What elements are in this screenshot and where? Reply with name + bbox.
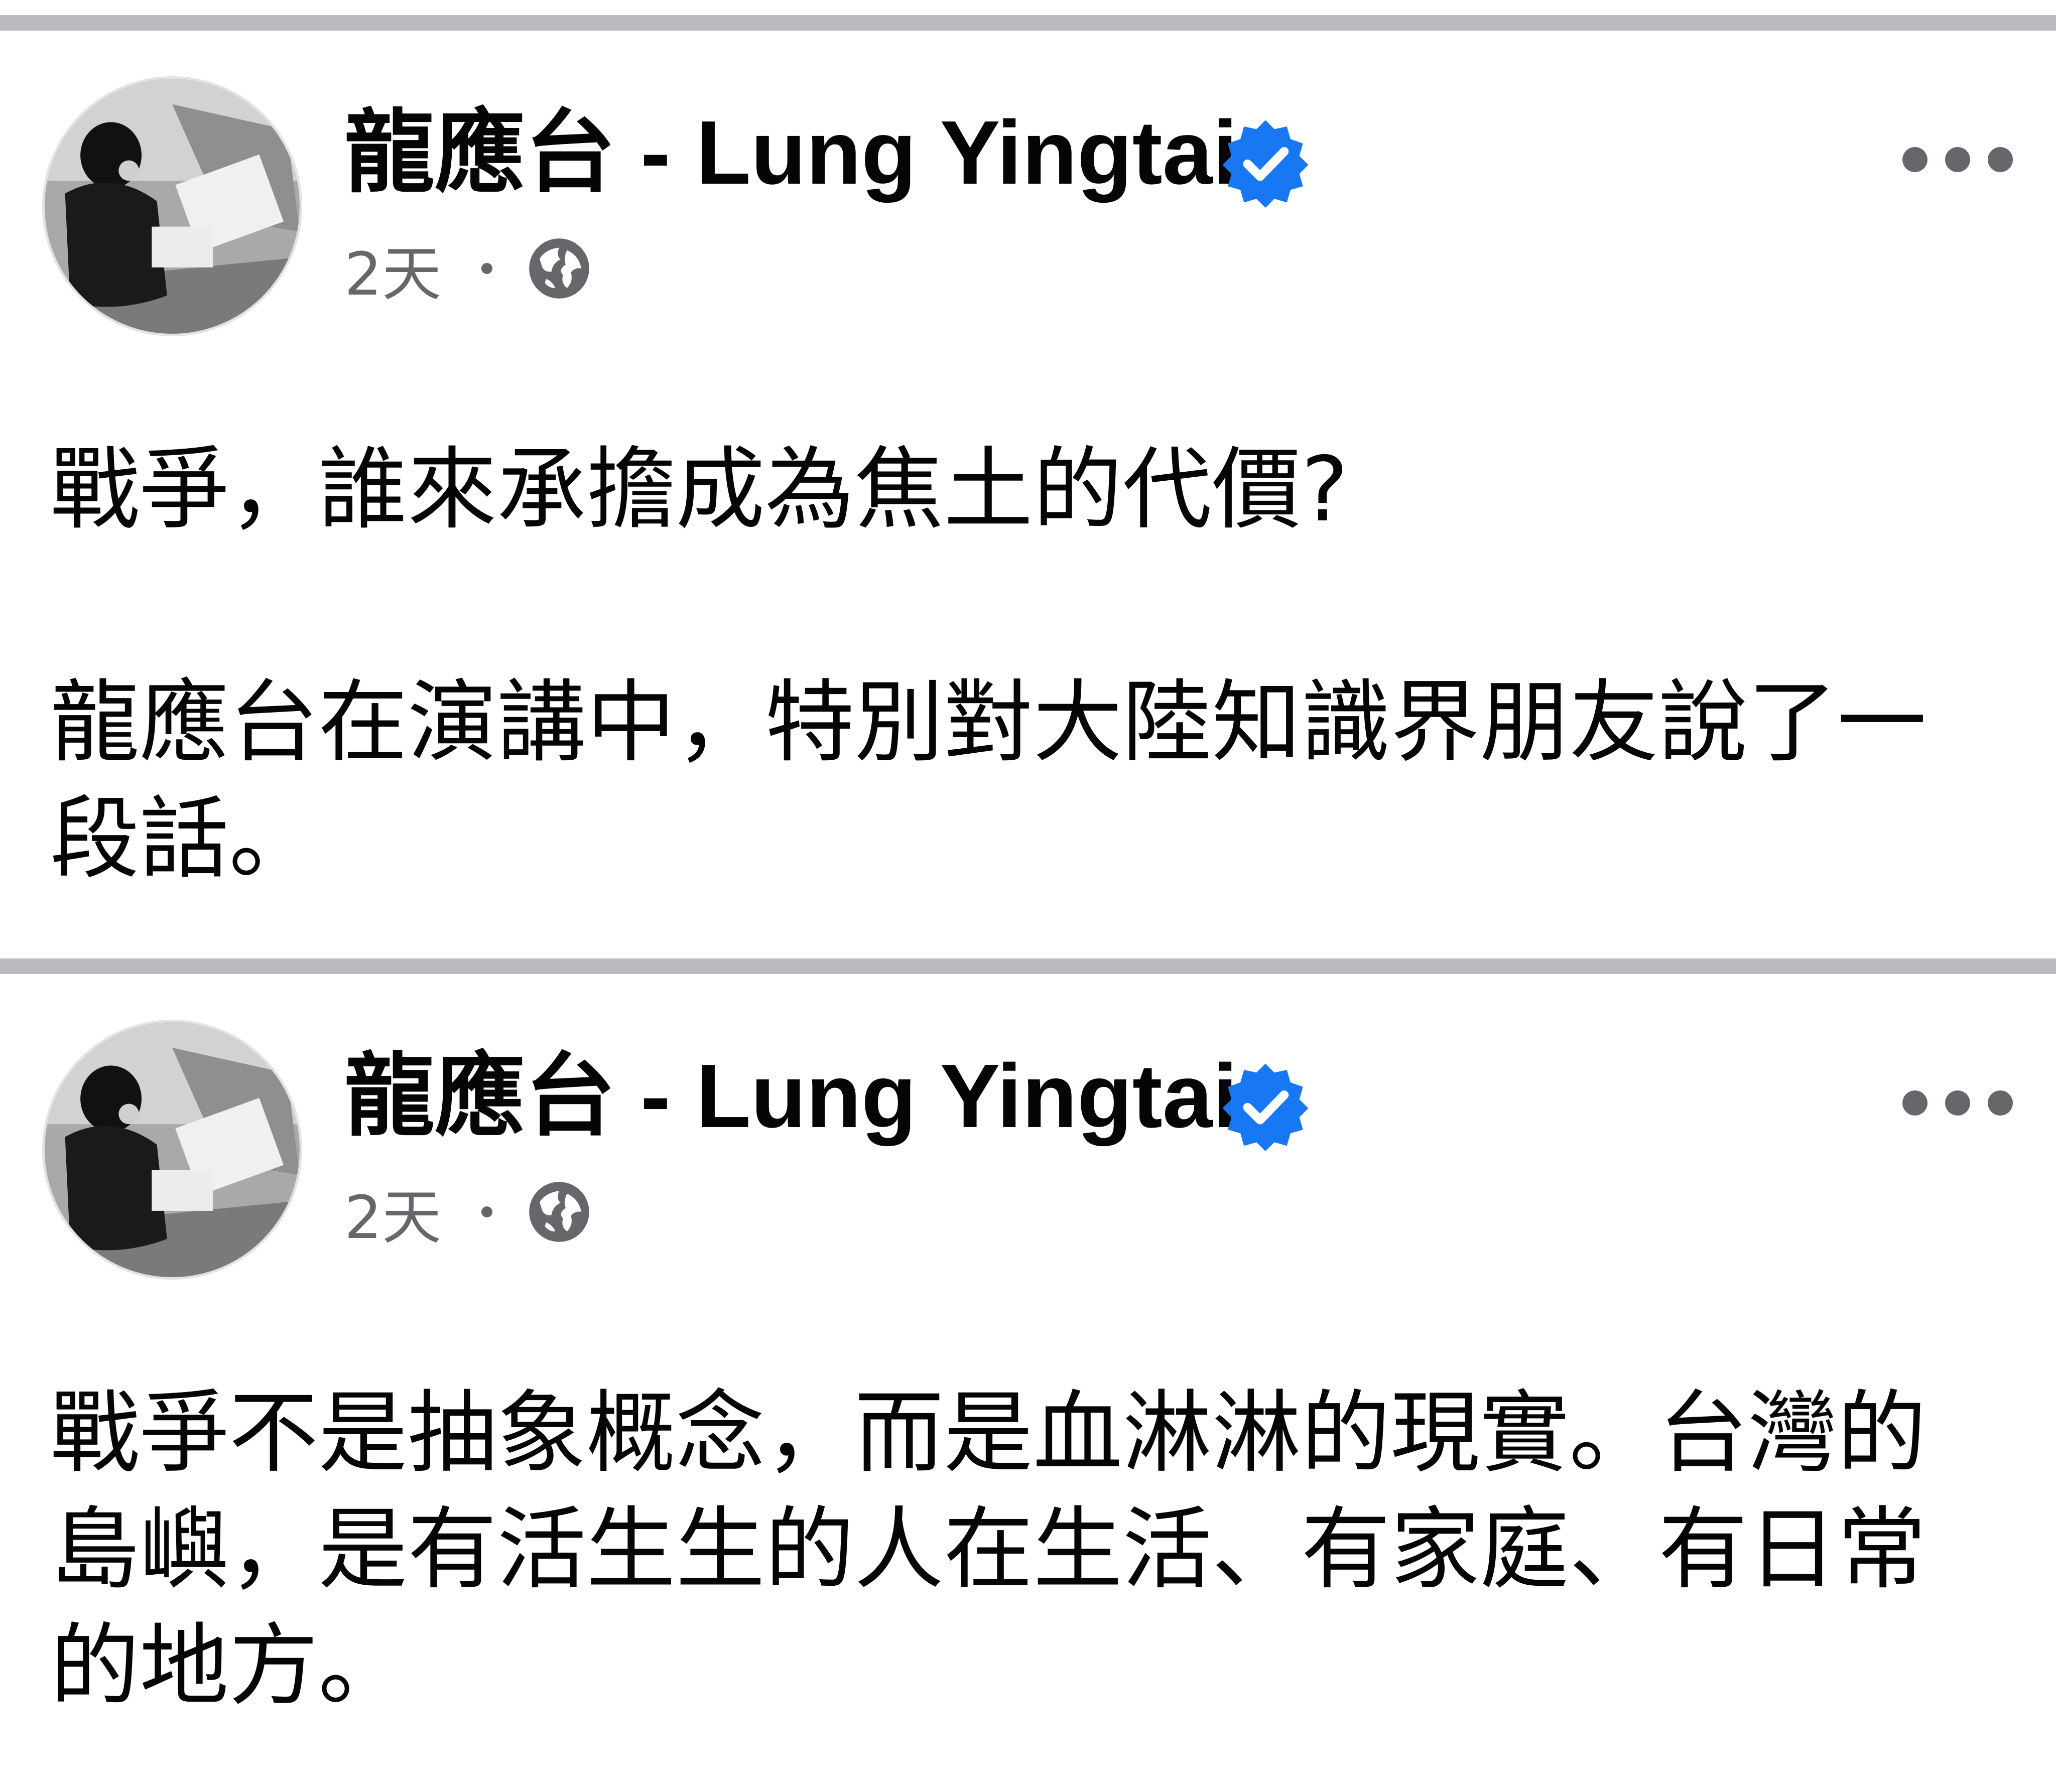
avatar-photo xyxy=(45,79,300,334)
post-paragraph: 戰爭，誰來承擔成為焦土的代價? xyxy=(50,438,1349,541)
author-name[interactable]: 龍應台 - Lung Yingtai xyxy=(344,1046,1238,1147)
feed: 龍應台 - Lung Yingtai 2天 戰爭，誰來承擔成為焦土的代價? 龍應… xyxy=(0,0,2056,1792)
globe-icon xyxy=(529,1182,589,1242)
timestamp[interactable]: 2天 xyxy=(344,226,441,312)
separator-dot xyxy=(481,263,493,274)
feed-divider xyxy=(0,15,2056,31)
avatar[interactable] xyxy=(42,1020,302,1280)
post-body: 戰爭，誰來承擔成為焦土的代價? 龍應台在演講中，特別對大陸知識界朋友說了一段話。 xyxy=(50,432,1988,897)
avatar[interactable] xyxy=(42,76,302,336)
more-dot xyxy=(1902,1090,1928,1116)
more-dot xyxy=(1902,147,1928,172)
author-name[interactable]: 龍應台 - Lung Yingtai xyxy=(344,103,1238,203)
more-dot xyxy=(1988,147,2013,172)
more-dot xyxy=(1945,1090,1970,1116)
post-meta: 2天 xyxy=(344,228,592,309)
globe-icon xyxy=(529,238,589,299)
post-paragraph: 戰爭不是抽象概念，而是血淋淋的現實。台灣的島嶼，是有活生生的人在生活、有家庭、有… xyxy=(50,1381,1926,1718)
post-paragraph: 龍應台在演講中，特別對大陸知識界朋友說了一段話。 xyxy=(50,670,1926,891)
more-dot xyxy=(1945,147,1970,172)
post-meta: 2天 xyxy=(344,1172,592,1252)
more-dot xyxy=(1988,1090,2013,1116)
verified-badge-icon xyxy=(1221,118,1310,208)
avatar-photo xyxy=(45,1022,300,1277)
timestamp[interactable]: 2天 xyxy=(344,1169,441,1255)
post-divider xyxy=(0,958,2056,974)
more-options-button[interactable] xyxy=(1902,140,2013,180)
separator-dot xyxy=(481,1206,493,1217)
post-body: 戰爭不是抽象概念，而是血淋淋的現實。台灣的島嶼，是有活生生的人在生活、有家庭、有… xyxy=(50,1375,1988,1724)
verified-badge-icon xyxy=(1221,1062,1310,1151)
more-options-button[interactable] xyxy=(1902,1083,2013,1123)
